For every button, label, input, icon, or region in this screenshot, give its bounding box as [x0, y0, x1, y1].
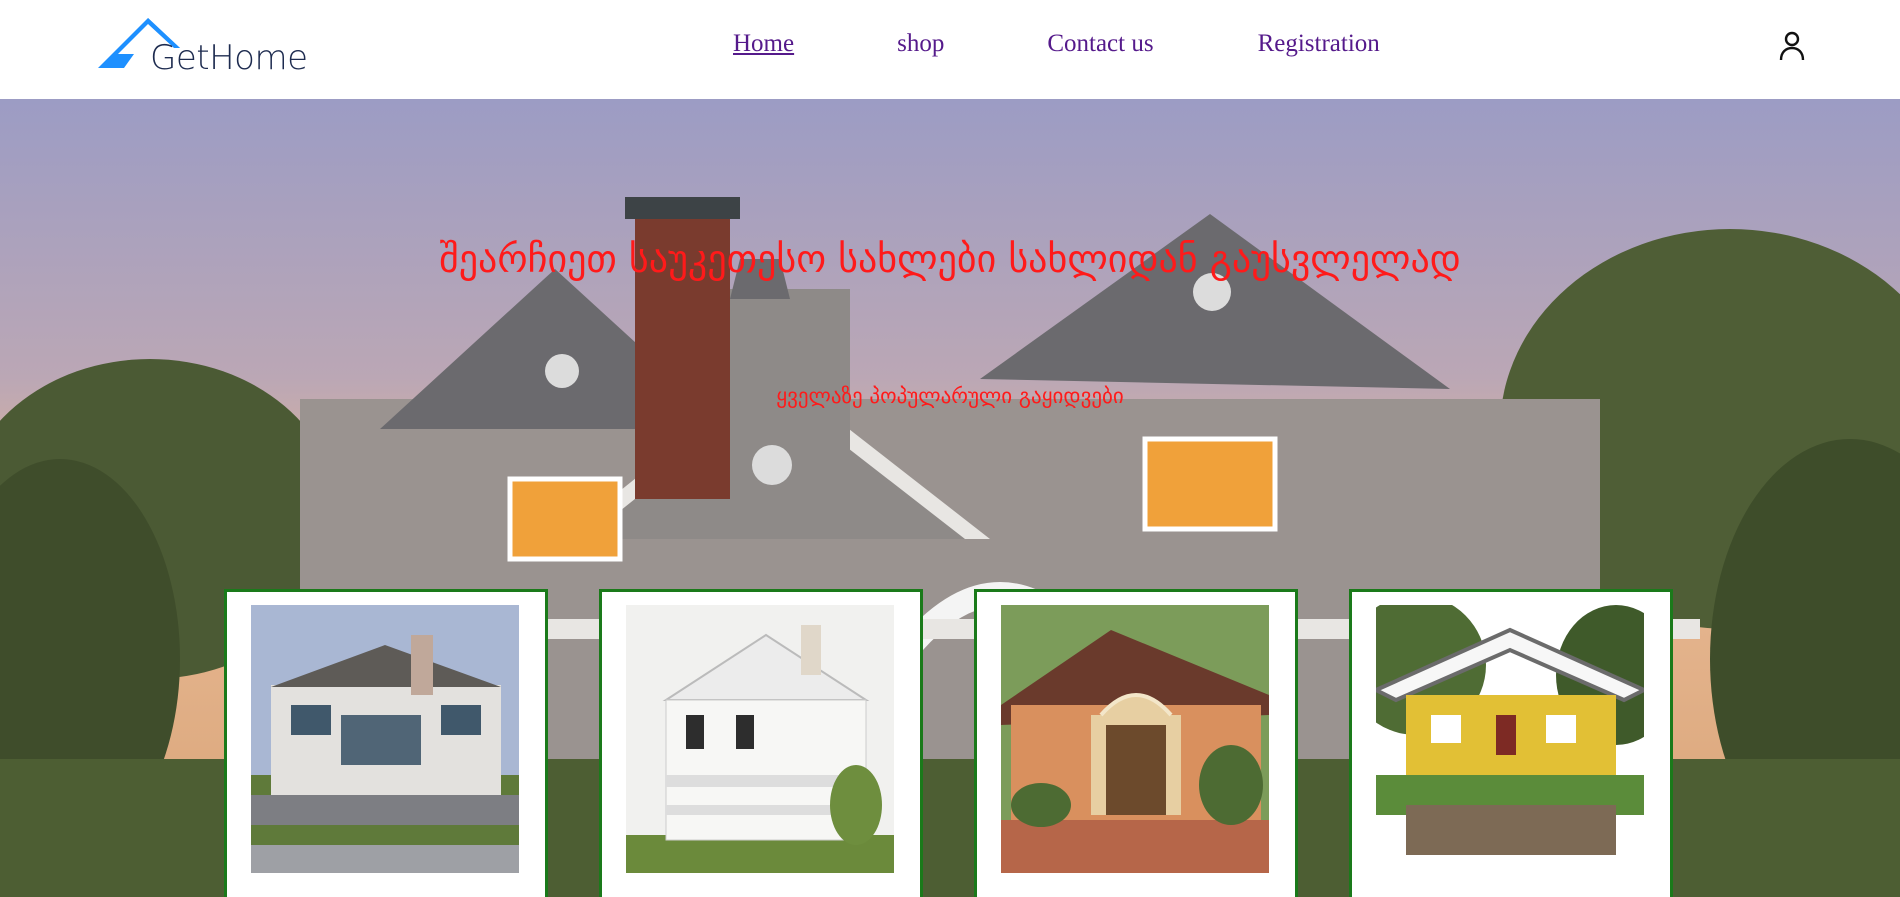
- nav-shop[interactable]: shop: [897, 30, 944, 58]
- logo[interactable]: GetHome: [96, 14, 316, 78]
- product-card[interactable]: [599, 589, 923, 897]
- hero-subtitle: ყველაზე პოპულარული გაყიდვები: [776, 384, 1124, 408]
- logo-text: GetHome: [150, 38, 308, 78]
- house-photo[interactable]: [1001, 605, 1269, 873]
- main-nav: Home shop Contact us Registration: [733, 30, 1380, 58]
- hero-banner: შეარჩიეთ საუკეთესო სახლები სახლიდან გაუს…: [0, 99, 1900, 897]
- product-card[interactable]: [1349, 589, 1673, 897]
- house-photo[interactable]: [251, 605, 519, 873]
- nav-contact-us[interactable]: Contact us: [1047, 30, 1153, 58]
- site-header: GetHome Home shop Contact us Registratio…: [0, 0, 1900, 99]
- hero-title: შეარჩიეთ საუკეთესო სახლები სახლიდან გაუს…: [439, 237, 1461, 281]
- product-card[interactable]: [974, 589, 1298, 897]
- product-card[interactable]: [224, 589, 548, 897]
- user-icon[interactable]: [1777, 30, 1807, 62]
- house-photo[interactable]: [626, 605, 894, 873]
- house-photo[interactable]: [1376, 605, 1644, 873]
- nav-registration[interactable]: Registration: [1258, 30, 1380, 58]
- nav-home[interactable]: Home: [733, 30, 794, 58]
